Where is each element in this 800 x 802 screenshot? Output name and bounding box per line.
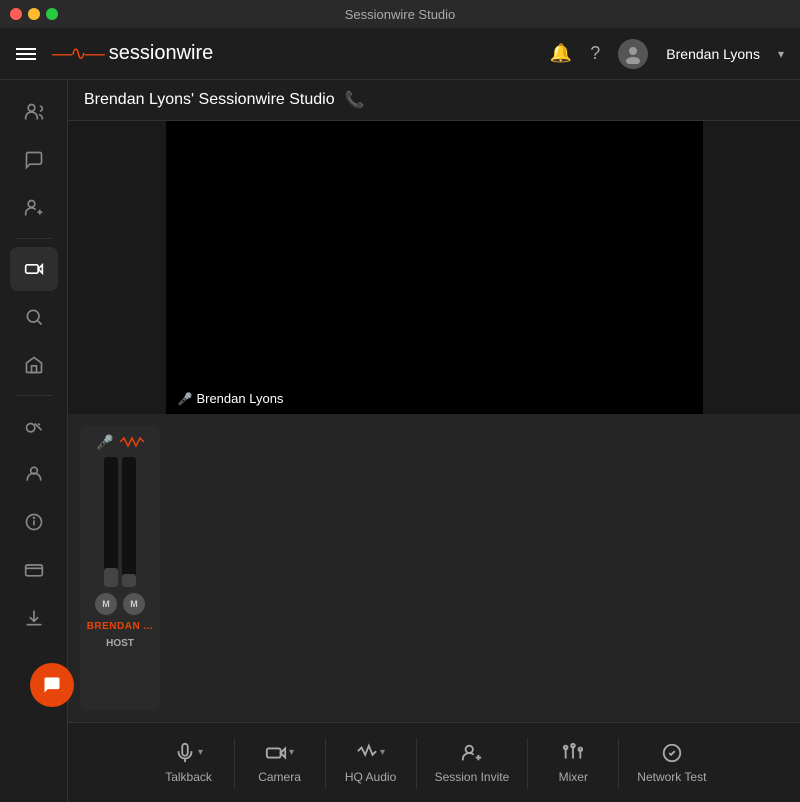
close-button[interactable] — [10, 8, 22, 20]
session-invite-item[interactable]: Session Invite — [417, 742, 528, 784]
title-bar: Sessionwire Studio — [0, 0, 800, 28]
nav-icons: 🔔 ? Brendan Lyons ▾ — [550, 39, 784, 69]
mute-left-button[interactable]: M — [95, 593, 117, 615]
mixer-label: Mixer — [559, 770, 588, 784]
talkback-label: Talkback — [165, 770, 212, 784]
channel-strip: 🎤 — [80, 426, 160, 710]
sidebar-item-billing[interactable] — [10, 548, 58, 592]
hq-audio-chevron-icon[interactable]: ▾ — [380, 747, 385, 758]
sidebar-item-chat[interactable] — [10, 138, 58, 182]
username-label: Brendan Lyons — [666, 46, 760, 62]
video-section: 🎤 Brendan Lyons 🎤 — [68, 121, 800, 722]
phone-icon: 📞 — [345, 90, 365, 110]
window-title: Sessionwire Studio — [345, 7, 456, 22]
video-feed: 🎤 Brendan Lyons — [166, 121, 703, 414]
lower-section: 🎤 — [68, 414, 800, 722]
content-area: Brendan Lyons' Sessionwire Studio 📞 🎤 Br… — [68, 80, 800, 802]
minimize-button[interactable] — [28, 8, 40, 20]
talkback-icon: ▾ — [174, 742, 203, 764]
session-invite-label: Session Invite — [435, 770, 510, 784]
notifications-icon[interactable]: 🔔 — [550, 43, 572, 64]
studio-header: Brendan Lyons' Sessionwire Studio 📞 — [68, 80, 800, 121]
sidebar-divider — [16, 238, 52, 239]
logo-text: sessionwire — [109, 42, 213, 65]
sidebar-item-profile[interactable] — [10, 452, 58, 496]
network-test-label: Network Test — [637, 770, 706, 784]
sidebar-item-add-user[interactable] — [10, 186, 58, 230]
channel-role: HOST — [106, 638, 134, 649]
hq-audio-icon: ▾ — [356, 742, 385, 764]
talkback-item[interactable]: ▾ Talkback — [144, 742, 234, 784]
sidebar-divider-2 — [16, 395, 52, 396]
mixer-icon — [562, 742, 584, 764]
logo-wave-icon: —∿— — [52, 41, 103, 66]
mute-right-button[interactable]: M — [123, 593, 145, 615]
network-test-item[interactable]: Network Test — [619, 742, 724, 784]
help-icon[interactable]: ? — [590, 43, 600, 64]
hq-audio-label: HQ Audio — [345, 770, 396, 784]
sidebar-item-search[interactable] — [10, 295, 58, 339]
logo: —∿— sessionwire — [52, 41, 534, 66]
sidebar-item-key[interactable] — [10, 404, 58, 448]
network-test-icon — [661, 742, 683, 764]
avatar[interactable] — [618, 39, 648, 69]
top-nav: —∿— sessionwire 🔔 ? Brendan Lyons ▾ — [0, 28, 800, 80]
strip-mic-icon[interactable]: 🎤 — [96, 434, 113, 451]
camera-chevron-icon[interactable]: ▾ — [289, 747, 294, 758]
hq-audio-item[interactable]: ▾ HQ Audio — [326, 742, 416, 784]
menu-button[interactable] — [16, 48, 36, 60]
talkback-chevron-icon[interactable]: ▾ — [198, 747, 203, 758]
studio-title: Brendan Lyons' Sessionwire Studio — [84, 91, 335, 109]
video-user-label: 🎤 Brendan Lyons — [178, 391, 284, 406]
mute-buttons: M M — [95, 593, 145, 615]
chat-bubble-button[interactable] — [30, 663, 74, 707]
fader-right[interactable] — [122, 457, 136, 587]
session-invite-icon — [461, 742, 483, 764]
mic-active-icon: 🎤 — [178, 392, 193, 406]
camera-icon: ▾ — [265, 742, 294, 764]
sidebar-item-download[interactable] — [10, 596, 58, 640]
strip-wave-icon — [120, 435, 144, 451]
camera-label: Camera — [258, 770, 301, 784]
sidebar-item-home[interactable] — [10, 343, 58, 387]
bottom-toolbar: ▾ Talkback ▾ Camera — [68, 722, 800, 802]
window-controls[interactable] — [10, 8, 58, 20]
fader-left[interactable] — [104, 457, 118, 587]
strip-icons: 🎤 — [96, 434, 143, 451]
sidebar-item-users[interactable] — [10, 90, 58, 134]
maximize-button[interactable] — [46, 8, 58, 20]
camera-item[interactable]: ▾ Camera — [235, 742, 325, 784]
main-layout: Brendan Lyons' Sessionwire Studio 📞 🎤 Br… — [0, 80, 800, 802]
chevron-down-icon[interactable]: ▾ — [778, 47, 784, 61]
sidebar-item-info[interactable] — [10, 500, 58, 544]
mixer-item[interactable]: Mixer — [528, 742, 618, 784]
fader-area — [104, 457, 136, 587]
channel-name: BRENDAN ... — [87, 621, 154, 632]
sidebar-item-video[interactable] — [10, 247, 58, 291]
